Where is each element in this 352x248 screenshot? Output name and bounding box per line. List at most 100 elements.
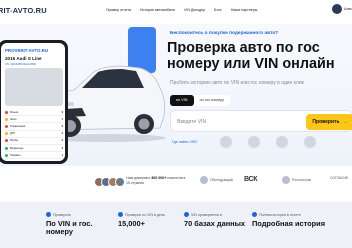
phone-report-row: Залог 1 (5, 116, 63, 124)
inspection-logo-icon (200, 176, 208, 184)
feature-item: Проверить По VIN и гос. номеру (46, 212, 100, 237)
nav-partners[interactable]: Наши партнеры (231, 8, 258, 12)
phone-row-value: 2 (61, 132, 63, 136)
partner-logo-rgs: Росгосстрах (282, 176, 311, 184)
customers-prefix: Нам доверяют (126, 176, 151, 180)
check-icon (46, 212, 51, 217)
hero-subline: Пробить историю авто по VIN или гос номе… (170, 80, 304, 86)
main-nav: Пример отчета История автомобиля VIN Дек… (106, 8, 257, 12)
phone-row-label-text: ДТП (10, 132, 16, 136)
feature-item: VIN проверяется в 70 базах данных (184, 212, 245, 228)
phone-row-value: 1 (61, 153, 63, 157)
phone-row-label-text: Розыск (10, 110, 19, 114)
logo-text-right: AVTO.RU (12, 6, 47, 15)
status-dot-icon (5, 146, 8, 150)
arrow-right-icon: → (342, 119, 348, 125)
emblem-icon (248, 136, 260, 148)
emblem-icon (276, 136, 288, 148)
phone-row-label: Ограничения (5, 124, 26, 128)
phone-report-row: Владельцы 3 (5, 145, 63, 153)
check-icon (252, 212, 257, 217)
partner-name: Обследующий (210, 178, 233, 182)
feature-label: Проверить (53, 212, 71, 217)
phone-row-label: ДТП (5, 132, 16, 136)
phone-row-label: Таможня (5, 153, 21, 157)
search-box: Проверить → (170, 110, 352, 132)
phone-car-photo (5, 68, 63, 106)
phone-car-title: 2016 Audi S Line (5, 56, 42, 61)
user-name[interactable]: Алек (344, 7, 352, 11)
emblem-icon (304, 136, 316, 148)
phone-report-rows: Розыск 0 Залог 1 Ограничения 0 ДТП 2 Пробег 0 Влад… (5, 109, 63, 160)
status-dot-icon (5, 110, 8, 114)
phone-row-value: 1 (61, 117, 63, 121)
phone-report-row: Розыск 0 (5, 109, 63, 117)
customers-count: 300 000+ (151, 176, 167, 180)
find-vin-link[interactable]: Где найти VIN? (172, 140, 197, 144)
partner-logo-vsk: ВСК (244, 176, 258, 183)
nav-vin-decoder[interactable]: VIN Декодер (184, 8, 205, 12)
check-button[interactable]: Проверить → (306, 114, 352, 130)
feature-item: Полная история в отчете Подробная истори… (252, 212, 325, 228)
status-dot-icon (5, 153, 8, 157)
check-icon (184, 212, 189, 217)
phone-row-value: 0 (61, 139, 63, 143)
nav-report-example[interactable]: Пример отчета (106, 8, 131, 12)
check-button-label: Проверить (312, 119, 340, 125)
feature-value: Подробная история (252, 219, 326, 228)
customer-avatars (94, 177, 125, 187)
tab-by-plate[interactable]: по гос номеру (194, 95, 231, 106)
partner-name: СОГЛАСИЕ (330, 176, 349, 180)
trust-strip: Нам доверяют 300 000+ клиентов в 15 стра… (0, 166, 352, 202)
phone-row-label-text: Владельцы (10, 146, 24, 150)
feature-value: 70 базах данных (184, 219, 246, 228)
search-tabs: по VIN по гос номеру (170, 95, 231, 106)
phone-row-value: 0 (61, 110, 63, 114)
phone-screen: PROVERIT-AVTO.RU 2016 Audi S Line VIN: W… (1, 43, 65, 161)
phone-report-row: ДТП 2 (5, 131, 63, 138)
phone-row-label: Залог (5, 117, 17, 121)
tab-by-vin[interactable]: по VIN (170, 95, 194, 106)
check-icon (118, 212, 123, 217)
avatar (115, 177, 125, 187)
phone-mockup: PROVERIT-AVTO.RU 2016 Audi S Line VIN: W… (0, 40, 68, 164)
status-dot-icon (5, 124, 8, 128)
features-strip: Проверить По VIN и гос. номеру Проверок … (0, 202, 352, 248)
authority-emblems (220, 136, 316, 148)
feature-value: По VIN и гос. номеру (46, 219, 93, 237)
rgs-logo-icon (282, 176, 290, 184)
customers-stat: Нам доверяют 300 000+ клиентов в 15 стра… (126, 176, 186, 185)
phone-row-label-text: Ограничения (10, 124, 26, 128)
partner-logo-inspection: Обследующий (200, 176, 233, 184)
phone-row-label-text: Залог (10, 117, 17, 121)
status-dot-icon (5, 117, 8, 121)
phone-row-value: 0 (61, 124, 63, 128)
phone-brand: PROVERIT-AVTO.RU (5, 48, 49, 53)
feature-label: Полная история в отчете (259, 212, 301, 217)
vin-input[interactable] (177, 116, 297, 128)
status-dot-icon (5, 132, 8, 136)
phone-report-row: Пробег 0 (5, 138, 63, 145)
user-avatar[interactable] (332, 4, 342, 14)
feature-label: VIN проверяется в (191, 212, 222, 217)
logo-text-left: RIT (0, 6, 11, 15)
partner-name: ВСК (244, 176, 258, 183)
phone-report-row: Ограничения 0 (5, 123, 63, 131)
feature-label: Проверок по VIN в день (125, 212, 165, 217)
partner-name: Росгосстрах (292, 178, 312, 182)
nav-car-history[interactable]: История автомобиля (140, 8, 175, 12)
phone-row-label: Пробег (5, 139, 18, 143)
site-header: RIT-AVTO.RU Пример отчета История автомо… (0, 0, 352, 24)
nav-blog[interactable]: Блог (214, 8, 222, 12)
feature-item: Проверок по VIN в день 15,000+ (118, 212, 165, 228)
phone-row-value: 3 (61, 146, 63, 150)
phone-row-label: Розыск (5, 110, 19, 114)
hero-eyebrow: Беспокоитесь о покупке подержанного авто… (170, 31, 279, 36)
emblem-icon (220, 136, 232, 148)
phone-row-label-text: Таможня (10, 153, 21, 157)
phone-vin: VIN: WAUZZZ8V3GA123456 (5, 63, 36, 66)
site-logo[interactable]: RIT-AVTO.RU (0, 6, 47, 15)
feature-value: 15,000+ (118, 219, 145, 228)
hero-headline: Проверка авто по гос номеру или VIN онла… (167, 40, 335, 72)
status-dot-icon (5, 139, 8, 143)
